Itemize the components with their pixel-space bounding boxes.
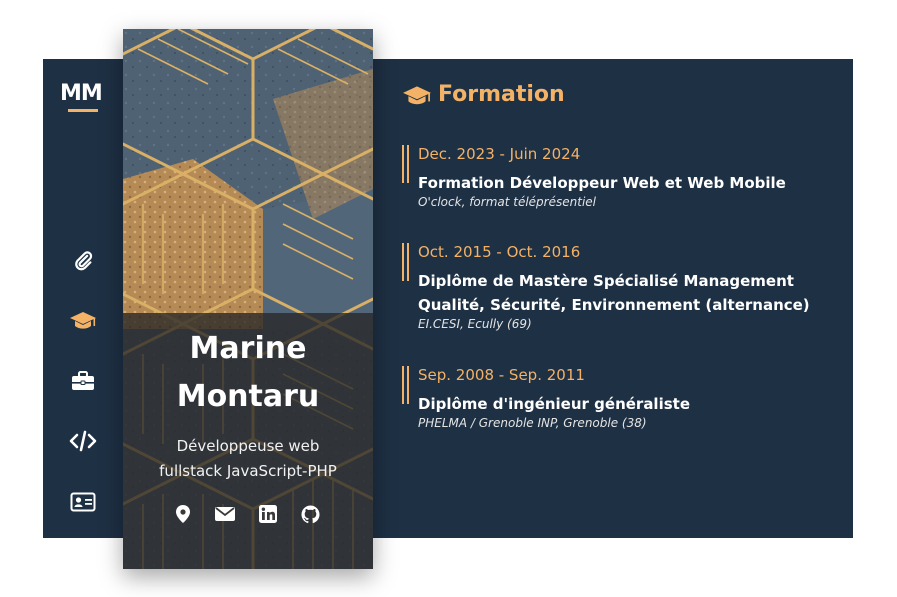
timeline-marker xyxy=(402,145,409,183)
entry-title-line: Qualité, Sécurité, Environnement (altern… xyxy=(418,296,810,314)
sidebar-item-contact[interactable] xyxy=(69,490,97,514)
logo-underline xyxy=(68,109,98,112)
linkedin-icon xyxy=(259,505,277,523)
envelope-icon xyxy=(215,507,235,521)
profile-role: Développeuse web fullstack JavaScript-PH… xyxy=(123,434,373,484)
briefcase-icon xyxy=(72,371,94,390)
section-title: Formation xyxy=(402,82,565,107)
logo[interactable]: MM xyxy=(60,81,103,106)
graduation-cap-icon xyxy=(70,312,96,329)
paperclip-icon xyxy=(75,251,93,271)
entry-title-line: Diplôme de Mastère Spécialisé Management xyxy=(418,272,794,290)
graduation-cap-icon xyxy=(403,85,431,104)
linkedin-link[interactable] xyxy=(257,503,279,525)
role-line: fullstack JavaScript-PHP xyxy=(159,462,337,480)
location-link[interactable] xyxy=(172,503,194,525)
entry-title: Diplôme de Mastère Spécialisé Management… xyxy=(418,269,838,317)
entry-place: PHELMA / Grenoble INP, Grenoble (38) xyxy=(418,416,647,430)
first-name: Marine xyxy=(189,331,307,366)
timeline-marker xyxy=(402,366,409,404)
entry-place: O'clock, format téléprésentiel xyxy=(418,195,596,209)
github-link[interactable] xyxy=(299,503,321,525)
github-icon xyxy=(300,504,320,523)
sidebar-item-links[interactable] xyxy=(69,248,97,272)
sidebar-item-skills[interactable] xyxy=(69,429,97,453)
entry-title: Formation Développeur Web et Web Mobile xyxy=(418,171,838,195)
entry-title-line: Diplôme d'ingénieur généraliste xyxy=(418,395,690,413)
sidebar-item-formation[interactable] xyxy=(69,308,97,332)
entry-date: Oct. 2015 - Oct. 2016 xyxy=(418,243,581,261)
section-title-text: Formation xyxy=(438,82,565,107)
profile-card: Marine Montaru Développeuse web fullstac… xyxy=(123,29,373,569)
sidebar-item-experience[interactable] xyxy=(69,369,97,393)
entry-date: Sep. 2008 - Sep. 2011 xyxy=(418,366,585,384)
code-icon xyxy=(69,430,97,452)
location-pin-icon xyxy=(176,505,190,523)
id-card-icon xyxy=(70,492,96,512)
entry-date: Dec. 2023 - Juin 2024 xyxy=(418,145,581,163)
formation-section: Formation Dec. 2023 - Juin 2024 Formatio… xyxy=(402,59,842,538)
entry-title-line: Formation Développeur Web et Web Mobile xyxy=(418,174,786,192)
entry-title: Diplôme d'ingénieur généraliste xyxy=(418,392,838,416)
sidebar: MM xyxy=(43,59,123,538)
last-name: Montaru xyxy=(176,379,320,414)
timeline-marker xyxy=(402,243,409,281)
role-line: Développeuse web xyxy=(176,437,320,455)
email-link[interactable] xyxy=(214,503,236,525)
entry-place: EI.CESI, Ecully (69) xyxy=(418,317,532,331)
profile-name: Marine Montaru xyxy=(123,325,373,421)
